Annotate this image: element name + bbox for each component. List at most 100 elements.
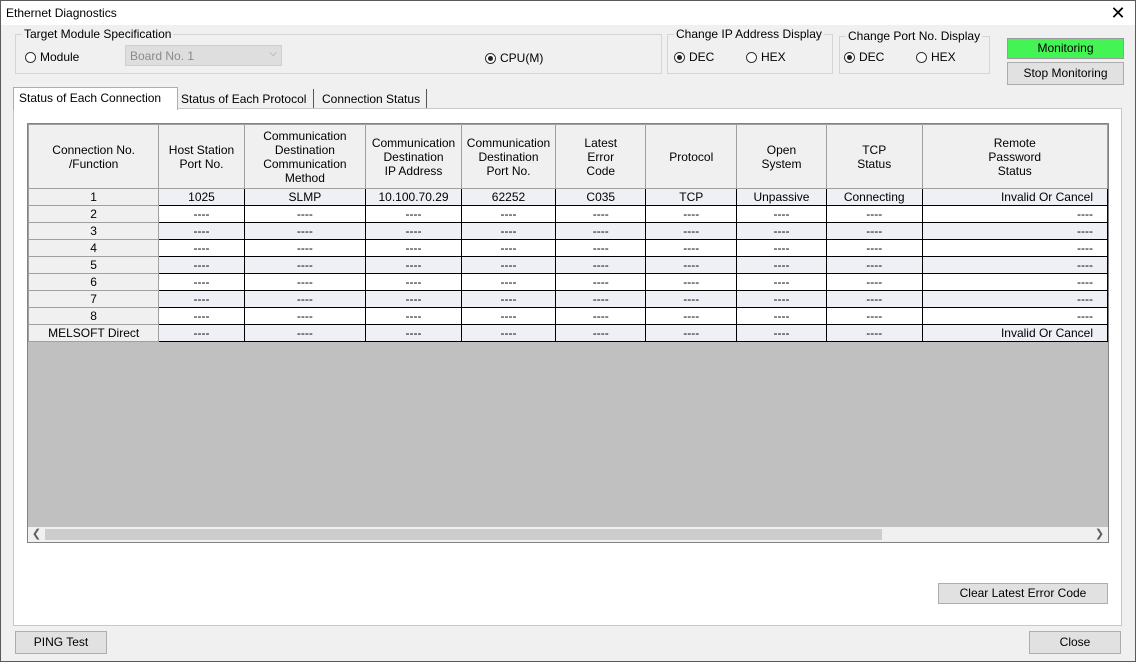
horizontal-scrollbar[interactable]: ❮ ❯ <box>28 527 1108 542</box>
table-row[interactable]: MELSOFT Direct ---- ---- ---- ---- ---- ---- --… <box>28 324 1108 342</box>
table-cell: ---- <box>825 222 923 240</box>
column-header: TCP Status <box>825 124 923 189</box>
column-header-line: Method <box>284 170 325 185</box>
row-header-cell: 1 <box>28 188 160 206</box>
table-cell: Invalid Or Cancel <box>921 324 1108 342</box>
stop-monitoring-button[interactable]: Stop Monitoring <box>1007 62 1124 85</box>
row-header-cell: 8 <box>28 307 160 325</box>
close-icon[interactable]: ✕ <box>1107 2 1129 24</box>
table-row[interactable]: 5 ---- ---- ---- ---- ---- ---- ---- ---- ---- <box>28 256 1108 274</box>
row-header-cell: MELSOFT Direct <box>28 324 160 342</box>
column-header-line: System <box>761 156 802 171</box>
table-cell: ---- <box>460 222 557 240</box>
table-row[interactable]: 2 ---- ---- ---- ---- ---- ---- ---- ---- ---- <box>28 205 1108 223</box>
row-header-cell: 6 <box>28 273 160 291</box>
table-row[interactable]: 1 1025 SLMP 10.100.70.29 62252 C035 TCP Unpassi… <box>28 188 1108 206</box>
column-header-line: Host Station <box>168 142 235 157</box>
table-cell: ---- <box>645 205 738 223</box>
table-row[interactable]: 6 ---- ---- ---- ---- ---- ---- ---- ---- ---- <box>28 273 1108 291</box>
column-header: Host Station Port No. <box>158 124 245 189</box>
column-header-line: Communication <box>371 135 456 150</box>
table-cell: ---- <box>555 273 647 291</box>
chevron-left-icon[interactable]: ❮ <box>28 527 45 542</box>
port-display-legend: Change Port No. Display <box>848 29 981 43</box>
table-cell: ---- <box>555 205 647 223</box>
table-cell: ---- <box>243 205 367 223</box>
clear-latest-error-code-button[interactable]: Clear Latest Error Code <box>938 583 1108 604</box>
tab-divider <box>426 89 427 108</box>
table-cell: ---- <box>921 307 1108 325</box>
tab-status-each-protocol[interactable]: Status of Each Protocol <box>181 89 306 111</box>
column-header-line: Port No. <box>486 163 531 178</box>
port-dec-label: DEC <box>859 50 885 64</box>
table-cell: ---- <box>645 273 738 291</box>
column-header-line: TCP <box>862 142 887 157</box>
radio-selected-icon <box>674 51 685 63</box>
table-cell: ---- <box>645 290 738 308</box>
module-radio[interactable]: Module <box>25 50 79 64</box>
table-cell: ---- <box>555 324 647 342</box>
tab-status-each-connection[interactable]: Status of Each Connection <box>13 87 178 110</box>
port-dec-radio[interactable]: DEC <box>844 50 884 64</box>
table-row[interactable]: 8 ---- ---- ---- ---- ---- ---- ---- ---- ---- <box>28 307 1108 325</box>
table-cell: ---- <box>158 239 245 257</box>
column-header-line: Communication <box>263 156 347 171</box>
table-cell: ---- <box>243 222 367 240</box>
ip-display-legend: Change IP Address Display <box>676 27 822 41</box>
table-cell: 10.100.70.29 <box>365 188 462 206</box>
table-cell: 62252 <box>460 188 557 206</box>
column-header-line: Open <box>766 142 797 157</box>
column-header-line: Status <box>857 156 892 171</box>
table-row[interactable]: 4 ---- ---- ---- ---- ---- ---- ---- ---- ---- <box>28 239 1108 257</box>
table-cell: ---- <box>736 290 827 308</box>
table-cell: ---- <box>645 256 738 274</box>
table-cell: ---- <box>825 256 923 274</box>
row-header-cell: 2 <box>28 205 160 223</box>
table-cell: ---- <box>158 205 245 223</box>
connection-table: Connection No./Function Host Station Port … <box>28 124 1108 342</box>
column-header: Open System <box>736 124 827 189</box>
close-button[interactable]: Close <box>1029 631 1121 654</box>
table-cell: ---- <box>460 290 557 308</box>
table-cell: ---- <box>825 273 923 291</box>
column-header-line: Status <box>997 163 1032 178</box>
table-cell: ---- <box>158 307 245 325</box>
table-cell: ---- <box>365 324 462 342</box>
ip-dec-radio[interactable]: DEC <box>674 50 714 64</box>
column-header-line: Protocol <box>669 149 714 164</box>
chevron-right-icon[interactable]: ❯ <box>1091 527 1108 542</box>
connection-grid: Connection No./Function Host Station Port … <box>27 123 1109 543</box>
table-cell: 1025 <box>158 188 245 206</box>
column-header-line: Destination <box>383 149 444 164</box>
tab-connection-status[interactable]: Connection Status <box>322 89 420 111</box>
port-hex-radio[interactable]: HEX <box>916 50 956 64</box>
scrollbar-thumb[interactable] <box>45 529 882 540</box>
table-cell: ---- <box>921 273 1108 291</box>
table-cell: ---- <box>825 324 923 342</box>
table-cell: ---- <box>365 273 462 291</box>
cpu-radio-label: CPU(M) <box>500 51 544 65</box>
table-cell: Connecting <box>825 188 923 206</box>
column-header-line: Communication <box>466 135 551 150</box>
board-select[interactable]: Board No. 1 ⌵ <box>125 45 282 66</box>
table-cell: ---- <box>645 307 738 325</box>
table-cell: ---- <box>921 256 1108 274</box>
table-cell: ---- <box>736 307 827 325</box>
ip-hex-label: HEX <box>761 50 786 64</box>
table-cell: ---- <box>736 222 827 240</box>
ip-hex-radio[interactable]: HEX <box>746 50 786 64</box>
table-cell: SLMP <box>243 188 367 206</box>
radio-icon <box>916 51 927 63</box>
table-cell: ---- <box>555 290 647 308</box>
table-cell: ---- <box>736 256 827 274</box>
table-cell: ---- <box>645 239 738 257</box>
cpu-radio[interactable]: CPU(M) <box>485 51 543 65</box>
ethernet-diagnostics-window: Ethernet Diagnostics ✕ Target Module Spe… <box>0 0 1136 662</box>
ping-test-button[interactable]: PING Test <box>15 631 107 654</box>
table-cell: ---- <box>736 273 827 291</box>
table-row[interactable]: 3 ---- ---- ---- ---- ---- ---- ---- ---- ---- <box>28 222 1108 240</box>
tab-divider <box>313 89 314 108</box>
column-header: Remote Password Status <box>921 124 1108 189</box>
table-row[interactable]: 7 ---- ---- ---- ---- ---- ---- ---- ---- ---- <box>28 290 1108 308</box>
table-cell: ---- <box>158 256 245 274</box>
